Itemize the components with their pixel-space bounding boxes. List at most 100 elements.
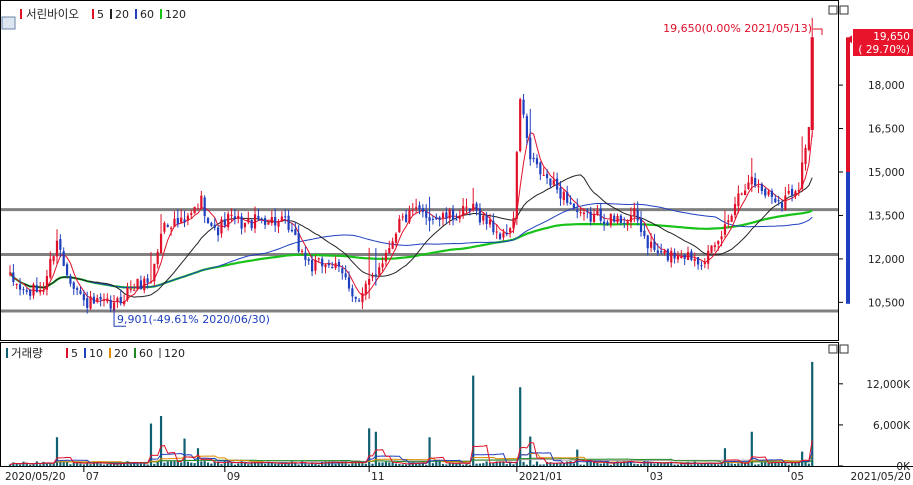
volume-bar xyxy=(589,461,592,466)
candle-body xyxy=(404,214,408,222)
volume-bar xyxy=(690,464,693,466)
candle-body xyxy=(284,216,287,218)
volume-bar xyxy=(713,463,716,466)
current-price-label: 19,650 xyxy=(873,31,910,43)
volume-legend-label: 60 xyxy=(139,347,153,360)
candle-body xyxy=(740,193,743,195)
candle-body xyxy=(190,213,193,215)
candle-body xyxy=(703,262,706,265)
price-tick-label: 13,500 xyxy=(868,210,905,222)
volume-bar xyxy=(676,464,680,466)
candle-body xyxy=(707,250,710,264)
volume-bar xyxy=(754,464,757,466)
candle-body xyxy=(589,211,592,222)
candle-body xyxy=(737,193,740,207)
candle-body xyxy=(559,187,562,199)
candle-body xyxy=(794,191,797,197)
volume-bar xyxy=(156,461,159,466)
volume-bar xyxy=(552,463,555,466)
volume-bar xyxy=(32,464,35,466)
maximize-icon[interactable] xyxy=(828,344,838,354)
candle-body xyxy=(596,210,599,215)
candle-body xyxy=(676,255,680,260)
candle-body xyxy=(263,218,267,225)
volume-bar xyxy=(317,464,320,466)
volume-bar xyxy=(468,464,471,466)
candle-body xyxy=(653,241,656,250)
candle-body xyxy=(425,210,428,218)
candle-body xyxy=(297,232,300,252)
candle-body xyxy=(730,215,733,222)
legend-marker xyxy=(160,9,162,19)
volume-bar xyxy=(79,463,82,466)
stock-chart: 10,500 12,000 13,500 15,000 16,500 18,000 19,6… xyxy=(0,0,913,483)
volume-bar xyxy=(220,464,223,466)
volume-bar xyxy=(384,461,388,466)
volume-tick-label: 6,000K xyxy=(873,420,911,432)
volume-bar xyxy=(529,436,532,466)
candle-body xyxy=(482,215,485,221)
candle-body xyxy=(59,239,62,250)
volume-bar xyxy=(572,463,576,466)
panel-settings-icon[interactable] xyxy=(1,16,16,30)
candle-body xyxy=(45,276,49,290)
volume-bar xyxy=(129,463,132,466)
volume-bar xyxy=(274,463,277,466)
volume-bar xyxy=(217,462,220,466)
close-icon[interactable] xyxy=(839,5,849,15)
candle-body xyxy=(415,207,418,209)
candle-body xyxy=(42,290,45,292)
candle-body xyxy=(445,212,448,219)
candle-body xyxy=(361,293,364,303)
maximize-icon[interactable] xyxy=(828,5,838,15)
volume-bar xyxy=(371,463,374,466)
candle-body xyxy=(334,263,337,269)
candle-body xyxy=(139,280,143,290)
legend-marker xyxy=(84,348,86,358)
volume-bar xyxy=(183,438,186,466)
candle-body xyxy=(616,215,619,223)
volume-bar xyxy=(203,461,206,466)
candle-body xyxy=(552,180,555,185)
legend-marker xyxy=(109,348,111,358)
candle-body xyxy=(183,219,186,223)
candle-body xyxy=(300,250,304,252)
candle-body xyxy=(592,214,596,222)
candle-body xyxy=(680,257,683,259)
legend-marker xyxy=(20,9,22,19)
price-legend-label: 5 xyxy=(97,8,104,21)
candle-body xyxy=(633,208,636,217)
candle-body xyxy=(606,222,609,225)
candle-body xyxy=(391,241,394,249)
candle-body xyxy=(351,288,354,297)
candle-body xyxy=(337,261,341,267)
candle-body xyxy=(196,208,200,210)
candle-body xyxy=(55,240,59,257)
candle-body xyxy=(62,251,65,266)
candle-body xyxy=(656,250,659,253)
candle-body xyxy=(153,263,156,282)
volume-bar xyxy=(263,463,267,466)
close-icon[interactable] xyxy=(839,344,849,354)
volume-bar xyxy=(559,463,562,466)
volume-bar xyxy=(596,462,599,466)
x-month-label: 09 xyxy=(227,471,240,483)
candle-body xyxy=(314,259,317,271)
candle-body xyxy=(39,289,42,293)
volume-bar xyxy=(801,451,804,466)
candle-body xyxy=(96,297,99,302)
volume-bar xyxy=(723,448,727,466)
candle-body xyxy=(220,219,223,234)
candle-body xyxy=(29,290,32,296)
candle-body xyxy=(579,212,582,214)
candle-body xyxy=(475,203,478,211)
volume-bar xyxy=(482,463,485,466)
candle-body xyxy=(700,265,703,267)
candle-body xyxy=(603,221,606,225)
x-end-label: 2021/05/20 xyxy=(850,471,911,483)
volume-bar xyxy=(59,462,62,466)
volume-bar xyxy=(193,463,196,466)
candle-body xyxy=(431,218,435,220)
volume-bar xyxy=(438,461,441,466)
volume-bar xyxy=(102,464,106,466)
